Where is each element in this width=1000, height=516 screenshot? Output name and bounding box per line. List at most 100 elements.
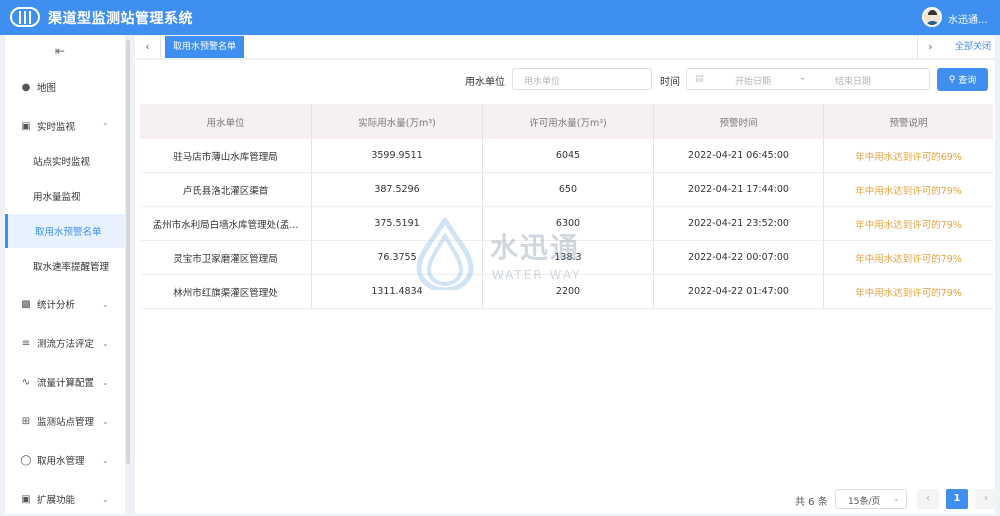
location-icon: ● xyxy=(21,81,31,93)
table-cell: 年中用水达到许可的79% xyxy=(855,219,962,231)
main-content: 用水单位 用水单位 时间 ▤ 开始日期 - 结束日期 ⚲ 查询 用水单位 实际用… xyxy=(135,60,997,514)
unit-filter-label: 用水单位 xyxy=(465,77,505,88)
user-avatar[interactable] xyxy=(922,7,942,27)
water-drop-icon xyxy=(416,218,474,290)
menu-fold-icon[interactable]: ⇤ xyxy=(55,44,65,58)
table-row: 驻马店市薄山水库管理局 3599.9511 6045 2022-04-21 06… xyxy=(140,139,993,173)
column-header: 许可用水量(万m³) xyxy=(483,104,654,139)
search-button[interactable]: ⚲ 查询 xyxy=(937,68,988,91)
sidebar-item-statistics[interactable]: ▩ 统计分析 ⌄ xyxy=(5,287,125,321)
table-cell: 387.5296 xyxy=(312,173,483,206)
sidebar-subitem-warning-list[interactable]: 取用水预警名单 xyxy=(5,214,125,248)
table-cell: 驻马店市薄山水库管理局 xyxy=(140,139,312,172)
table-cell: 2022-04-21 17:44:00 xyxy=(654,173,824,206)
sidebar-item-station-manage[interactable]: ⊞ 监测站点管理 ⌄ xyxy=(5,404,125,438)
next-page-button[interactable]: › xyxy=(975,489,997,509)
search-button-label: 查询 xyxy=(958,76,977,86)
chevron-down-icon: ⌄ xyxy=(102,299,109,309)
sidebar-subitem-label: 用水量监视 xyxy=(33,192,81,203)
table-cell: 2022-04-22 01:47:00 xyxy=(654,275,824,308)
sidebar-item-map[interactable]: ● 地图 xyxy=(5,70,125,104)
chevron-down-icon: ⌄ xyxy=(102,416,109,426)
logo-icon xyxy=(10,7,40,27)
sidebar-item-flow-method[interactable]: ≡ 测流方法评定 ⌄ xyxy=(5,326,125,360)
sidebar-item-label: 监测站点管理 xyxy=(37,417,95,428)
table-cell: 卢氏县洛北灌区渠首 xyxy=(140,173,312,206)
calendar-icon: ▤ xyxy=(695,74,704,84)
sidebar-item-label: 实时监视 xyxy=(37,122,76,133)
table-cell: 年中用水达到许可的79% xyxy=(855,185,962,197)
expand-icon: ▣ xyxy=(21,493,31,505)
column-header: 用水单位 xyxy=(140,104,312,139)
table-cell: 650 xyxy=(483,173,654,206)
sidebar-subitem-rate-reminder[interactable]: 取水速率提醒管理 xyxy=(5,249,125,283)
chevron-up-icon: ⌃ xyxy=(102,121,109,131)
page-button[interactable]: 1 xyxy=(946,489,968,509)
table-header: 用水单位 实际用水量(万m³) 许可用水量(万m³) 预警时间 预警说明 xyxy=(140,104,993,139)
top-bar: 渠道型监测站管理系统 水迅通... xyxy=(0,0,1000,35)
watermark: 水迅通 WATER WAY xyxy=(415,218,585,293)
grid-icon: ⊞ xyxy=(21,415,31,427)
sidebar-subitem-station-monitor[interactable]: 站点实时监视 xyxy=(5,144,125,178)
column-header: 预警时间 xyxy=(654,104,824,139)
start-date-input[interactable]: 开始日期 xyxy=(735,74,771,87)
end-date-input[interactable]: 结束日期 xyxy=(835,74,871,87)
date-range-picker[interactable]: ▤ 开始日期 - 结束日期 xyxy=(686,68,930,90)
tab-warning-list[interactable]: 取用水预警名单 xyxy=(165,36,245,58)
sidebar-subitem-label: 取用水预警名单 xyxy=(35,227,102,238)
bar-chart-icon: ▩ xyxy=(21,298,31,310)
table-cell: 2022-04-21 06:45:00 xyxy=(654,139,824,172)
date-range-separator: - xyxy=(801,74,805,84)
chevron-down-icon: ⌄ xyxy=(102,377,109,387)
sidebar-subitem-usage-monitor[interactable]: 用水量监视 xyxy=(5,179,125,213)
column-header: 实际用水量(万m³) xyxy=(312,104,483,139)
chevron-down-icon: ⌄ xyxy=(102,338,109,348)
sidebar-item-flow-config[interactable]: ∿ 流量计算配置 ⌄ xyxy=(5,365,125,399)
page-size-select[interactable]: 15条/页 ⌄ xyxy=(835,489,907,509)
time-filter-label: 时间 xyxy=(660,77,680,88)
table-cell: 3599.9511 xyxy=(312,139,483,172)
unit-input-placeholder: 用水单位 xyxy=(524,77,561,87)
sidebar-scrollbar[interactable] xyxy=(126,40,130,464)
sidebar-item-label: 取用水管理 xyxy=(37,456,85,467)
sidebar-item-label: 流量计算配置 xyxy=(37,378,95,389)
chevron-down-icon: ⌄ xyxy=(102,494,109,504)
drop-icon: ◯ xyxy=(20,454,32,466)
table-row: 卢氏县洛北灌区渠首 387.5296 650 2022-04-21 17:44:… xyxy=(140,173,993,207)
search-icon: ⚲ xyxy=(948,74,956,85)
tab-bar: ‹ 取用水预警名单 › 全部关闭 xyxy=(135,36,995,58)
sidebar-item-label: 测流方法评定 xyxy=(37,339,95,350)
table-cell: 2022-04-21 23:52:00 xyxy=(654,207,824,240)
table-cell: 年中用水达到许可的79% xyxy=(855,253,962,265)
sidebar-subitem-label: 取水速率提醒管理 xyxy=(33,262,110,273)
sidebar-item-extensions[interactable]: ▣ 扩展功能 ⌄ xyxy=(5,482,125,516)
sidebar-subitem-label: 站点实时监视 xyxy=(33,157,91,168)
chevron-down-icon: ⌄ xyxy=(102,455,109,465)
sidebar-item-label: 地图 xyxy=(37,83,57,94)
chevron-right-icon[interactable]: › xyxy=(917,36,943,58)
list-icon: ≡ xyxy=(21,337,31,349)
table-cell: 年中用水达到许可的79% xyxy=(855,287,962,299)
chevron-left-icon[interactable]: ‹ xyxy=(135,36,161,58)
prev-page-button[interactable]: ‹ xyxy=(917,489,939,509)
table-cell: 灵宝市卫家磨灌区管理局 xyxy=(140,241,312,274)
table-cell: 孟州市水利局白墙水库管理处(孟... xyxy=(140,207,312,240)
close-all-tabs-button[interactable]: 全部关闭 xyxy=(955,36,991,58)
sidebar: ⇤ ● 地图 ▣ 实时监视 ⌃ 站点实时监视 用水量监视 取用水预警名单 取水速… xyxy=(5,35,125,514)
app-title: 渠道型监测站管理系统 xyxy=(48,11,193,27)
sidebar-item-realtime[interactable]: ▣ 实时监视 ⌃ xyxy=(5,109,125,143)
table-cell: 2022-04-22 00:07:00 xyxy=(654,241,824,274)
pagination-total: 共 6 条 xyxy=(795,497,828,508)
column-header: 预警说明 xyxy=(889,117,928,129)
pulse-icon: ∿ xyxy=(21,376,31,388)
sidebar-item-water-manage[interactable]: ◯ 取用水管理 ⌄ xyxy=(5,443,125,477)
briefcase-icon: ▣ xyxy=(21,120,31,132)
table-cell: 6045 xyxy=(483,139,654,172)
table-cell: 林州市红旗渠灌区管理处 xyxy=(140,275,312,308)
unit-input[interactable]: 用水单位 xyxy=(512,68,652,90)
user-name[interactable]: 水迅通... xyxy=(948,11,988,26)
watermark-en: WATER WAY xyxy=(492,268,582,282)
sidebar-item-label: 扩展功能 xyxy=(37,495,76,506)
sidebar-item-label: 统计分析 xyxy=(37,300,76,311)
table-cell: 年中用水达到许可的69% xyxy=(855,151,962,163)
